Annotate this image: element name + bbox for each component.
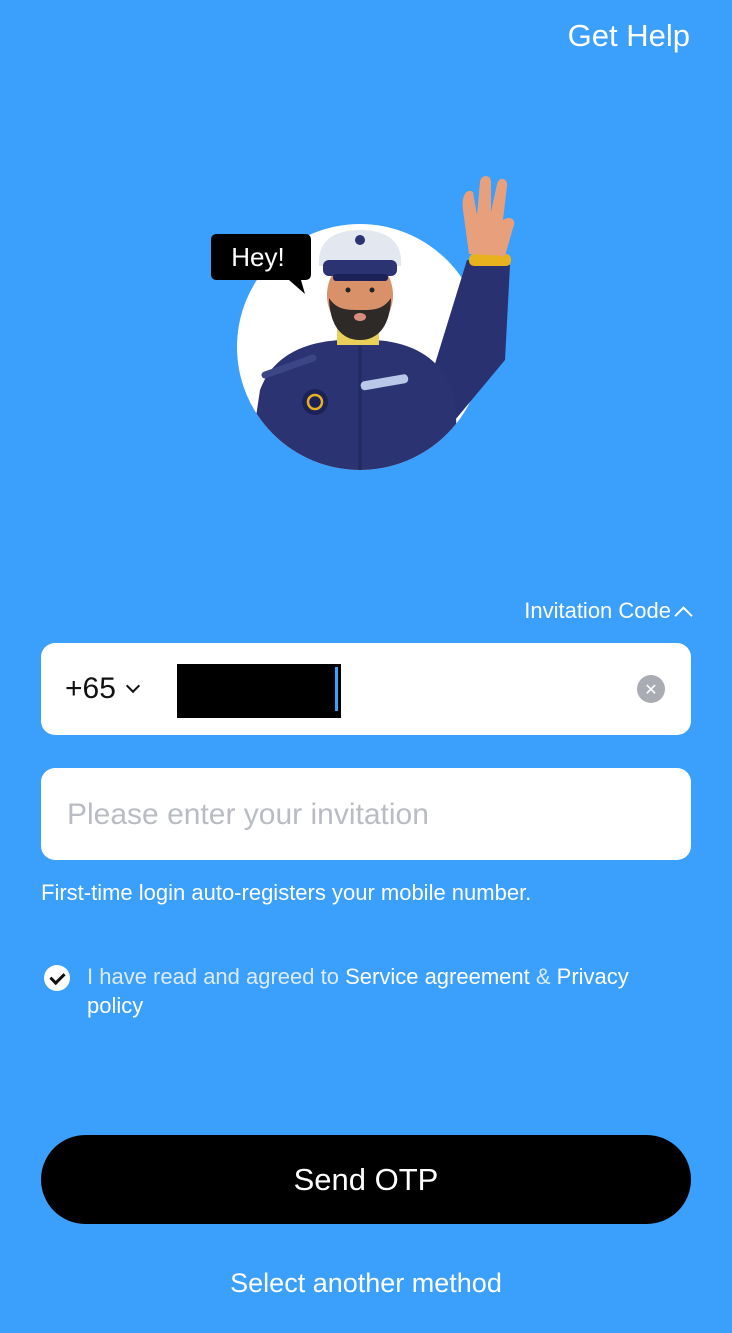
get-help-link[interactable]: Get Help [568,18,690,54]
chevron-down-icon [125,678,140,694]
chevron-up-icon [674,605,693,625]
service-agreement-link[interactable]: Service agreement [345,964,530,989]
agreement-connector: & [529,964,557,989]
agreement-prefix: I have read and agreed to [87,964,346,989]
select-another-method-link[interactable]: Select another method [0,1268,732,1299]
country-code-value: +65 [65,672,116,705]
clear-icon[interactable]: ✕ [637,675,665,703]
invitation-code-label: Invitation Code [524,598,671,623]
invitation-code-input[interactable] [65,768,669,862]
phone-field: +65 ✕ [41,643,691,735]
agreement-row: I have read and agreed to Service agreem… [44,962,694,1020]
send-otp-button[interactable]: Send OTP [41,1135,691,1224]
country-code-selector[interactable]: +65 [65,643,140,735]
phone-number-input[interactable] [177,664,341,718]
hey-bubble-text: Hey! [231,242,284,272]
agreement-checkbox[interactable] [44,965,70,991]
agreement-text: I have read and agreed to Service agreem… [87,962,687,1020]
captain-waving-illustration: Hey! [211,176,515,470]
invitation-code-toggle[interactable]: Invitation Code [524,598,693,625]
auto-register-hint: First-time login auto-registers your mob… [41,880,532,905]
invitation-field [41,768,691,862]
checkmark-icon [48,968,66,985]
text-cursor [335,667,338,711]
